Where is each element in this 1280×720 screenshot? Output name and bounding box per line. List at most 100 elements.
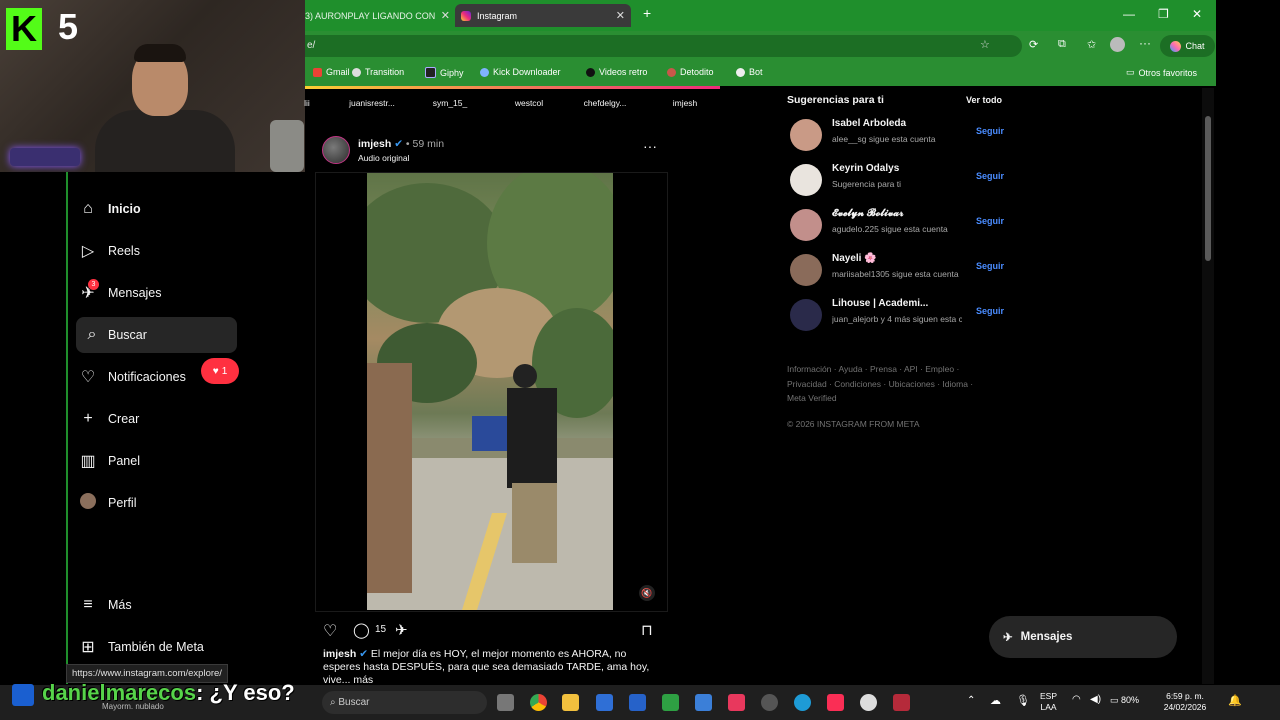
- profile-avatar-icon[interactable]: [1110, 37, 1125, 52]
- url-bar[interactable]: e/: [305, 35, 1022, 57]
- app-icon[interactable]: [629, 694, 646, 711]
- new-tab-icon[interactable]: +: [643, 5, 651, 21]
- bookmark-giphy[interactable]: Giphy: [425, 67, 464, 78]
- suggestion-avatar[interactable]: [790, 299, 822, 331]
- tab-auronplay[interactable]: 3) AURONPLAY LIGANDO CON ✕: [305, 4, 450, 27]
- kick-downloader-icon: [480, 67, 489, 77]
- story-item[interactable]: westcol: [489, 98, 569, 108]
- stream-chat-message: danielmarecos: ¿Y eso?: [42, 680, 295, 706]
- battery-status[interactable]: ▭ 80%: [1110, 695, 1139, 706]
- see-all-link[interactable]: Ver todo: [966, 95, 1002, 105]
- clock[interactable]: 6:59 p. m. 24/02/2026: [1160, 691, 1210, 713]
- xbox-icon[interactable]: [662, 694, 679, 711]
- scroll-thumb[interactable]: [1205, 116, 1211, 261]
- mail-icon[interactable]: [695, 694, 712, 711]
- notifications-icon[interactable]: 🔔: [1228, 694, 1242, 707]
- minimize-icon[interactable]: —: [1123, 7, 1135, 21]
- suggestion-name[interactable]: Keyrin Odalys: [832, 163, 899, 174]
- chrome-icon[interactable]: [530, 694, 547, 711]
- like-icon[interactable]: ♡: [323, 621, 337, 641]
- nav-mas[interactable]: ≡ Más: [68, 587, 238, 623]
- volume-icon[interactable]: ◀): [1090, 694, 1101, 705]
- footer-links[interactable]: Información · Ayuda · Prensa · API · Emp…: [787, 362, 987, 406]
- follow-button[interactable]: Seguir: [976, 306, 1004, 316]
- taskbar-search[interactable]: ⌕ Buscar: [322, 691, 487, 714]
- suggestion-name[interactable]: Nayeli 🌸: [832, 253, 877, 264]
- music-icon[interactable]: [827, 694, 844, 711]
- nav-buscar[interactable]: ⌕ Buscar: [76, 317, 237, 353]
- other-favorites[interactable]: ▭ Otros favoritos: [1126, 67, 1197, 78]
- extensions-icon[interactable]: ⧉: [1058, 38, 1066, 51]
- nav-perfil[interactable]: Perfil: [68, 485, 238, 521]
- follow-button[interactable]: Seguir: [976, 261, 1004, 271]
- post-video[interactable]: [367, 173, 613, 610]
- obs-icon[interactable]: [860, 694, 877, 711]
- post-username[interactable]: imjesh: [358, 138, 391, 150]
- page-scrollbar[interactable]: [1202, 88, 1214, 684]
- nav-mensajes[interactable]: ✈ 3 Mensajes: [68, 275, 238, 311]
- follow-button[interactable]: Seguir: [976, 171, 1004, 181]
- save-icon[interactable]: ⊓: [641, 621, 653, 639]
- language-indicator[interactable]: ESP LAA: [1040, 691, 1057, 713]
- post-caption: imjesh ✔ El mejor día es HOY, el mejor m…: [323, 648, 653, 687]
- nav-crear[interactable]: + Crear: [68, 401, 238, 437]
- tray-chevron-icon[interactable]: ⌃: [967, 695, 975, 706]
- story-item[interactable]: sym_15_: [410, 98, 490, 108]
- comment-icon[interactable]: ◯: [353, 621, 370, 639]
- mute-icon[interactable]: 🔇: [639, 585, 655, 601]
- store-icon[interactable]: [596, 694, 613, 711]
- task-view-icon[interactable]: [497, 694, 514, 711]
- suggestion-row: Isabel Arboleda alee__sg sigue esta cuen…: [790, 115, 1005, 155]
- suggestion-avatar[interactable]: [790, 254, 822, 286]
- suggestion-row: Keyrin Odalys Sugerencia para ti Seguir: [790, 160, 1005, 200]
- edge-icon[interactable]: [794, 694, 811, 711]
- suggestion-avatar[interactable]: [790, 119, 822, 151]
- bookmark-bot[interactable]: Bot: [736, 67, 763, 77]
- close-tab-icon[interactable]: ✕: [441, 9, 450, 22]
- tab-instagram[interactable]: Instagram ✕: [455, 4, 631, 27]
- post-audio[interactable]: Audio original: [358, 153, 410, 163]
- favorites-icon[interactable]: ✩: [1087, 38, 1096, 51]
- follow-button[interactable]: Seguir: [976, 126, 1004, 136]
- refresh-icon[interactable]: ⟳: [1029, 38, 1038, 51]
- story-item[interactable]: chefdelgy...: [565, 98, 645, 108]
- tiktok-icon[interactable]: [728, 694, 745, 711]
- suggestion-name[interactable]: 𝓔𝓿𝓮𝓵𝔂𝓷 𝓑𝓸𝓵𝓲𝓿𝓪𝓻: [832, 208, 904, 219]
- bookmark-transition[interactable]: Transition: [352, 67, 404, 77]
- more-options-icon[interactable]: ···: [1139, 36, 1151, 50]
- settings-icon[interactable]: [761, 694, 778, 711]
- nav-tambien-de-meta[interactable]: ⊞ También de Meta: [68, 629, 238, 665]
- file-explorer-icon[interactable]: [562, 694, 579, 711]
- story-item[interactable]: imjesh: [645, 98, 725, 108]
- star-icon[interactable]: ☆: [980, 38, 990, 51]
- follow-button[interactable]: Seguir: [976, 216, 1004, 226]
- post-options-icon[interactable]: ···: [643, 139, 657, 153]
- app-icon[interactable]: [893, 694, 910, 711]
- detodito-icon: [667, 67, 676, 77]
- post-author-avatar[interactable]: [322, 136, 350, 164]
- bookmark-detodito[interactable]: Detodito: [667, 67, 714, 77]
- copilot-chat-button[interactable]: Chat: [1160, 35, 1215, 57]
- nav-panel[interactable]: ▥ Panel: [68, 443, 238, 479]
- caption-username[interactable]: imjesh: [323, 648, 356, 660]
- mic-icon[interactable]: 🎙: [1016, 694, 1030, 707]
- bookmark-videos-retro[interactable]: Videos retro: [586, 67, 647, 77]
- story-item[interactable]: juanisrestr...: [332, 98, 412, 108]
- nav-inicio[interactable]: ⌂ Inicio: [68, 191, 238, 227]
- suggestion-avatar[interactable]: [790, 209, 822, 241]
- close-tab-icon[interactable]: ✕: [616, 9, 625, 22]
- close-window-icon[interactable]: ✕: [1192, 7, 1202, 21]
- maximize-icon[interactable]: ❐: [1158, 7, 1169, 21]
- feed: lii juanisrestr... sym_15_ westcol chefd…: [304, 86, 775, 687]
- messages-floating-button[interactable]: ✈ Mensajes: [989, 616, 1177, 658]
- bookmark-kick-downloader[interactable]: Kick Downloader: [480, 67, 561, 77]
- share-icon[interactable]: ✈: [395, 621, 408, 639]
- cloud-icon[interactable]: ☁: [990, 694, 1001, 707]
- suggestion-avatar[interactable]: [790, 164, 822, 196]
- nav-reels[interactable]: ▷ Reels: [68, 233, 238, 269]
- bookmark-gmail[interactable]: Gmail: [313, 67, 350, 77]
- suggestion-name[interactable]: Lihouse | Academi...: [832, 298, 928, 309]
- wifi-icon[interactable]: ◠: [1072, 694, 1081, 705]
- suggestion-name[interactable]: Isabel Arboleda: [832, 118, 906, 129]
- copyright: © 2026 INSTAGRAM FROM META: [787, 419, 920, 429]
